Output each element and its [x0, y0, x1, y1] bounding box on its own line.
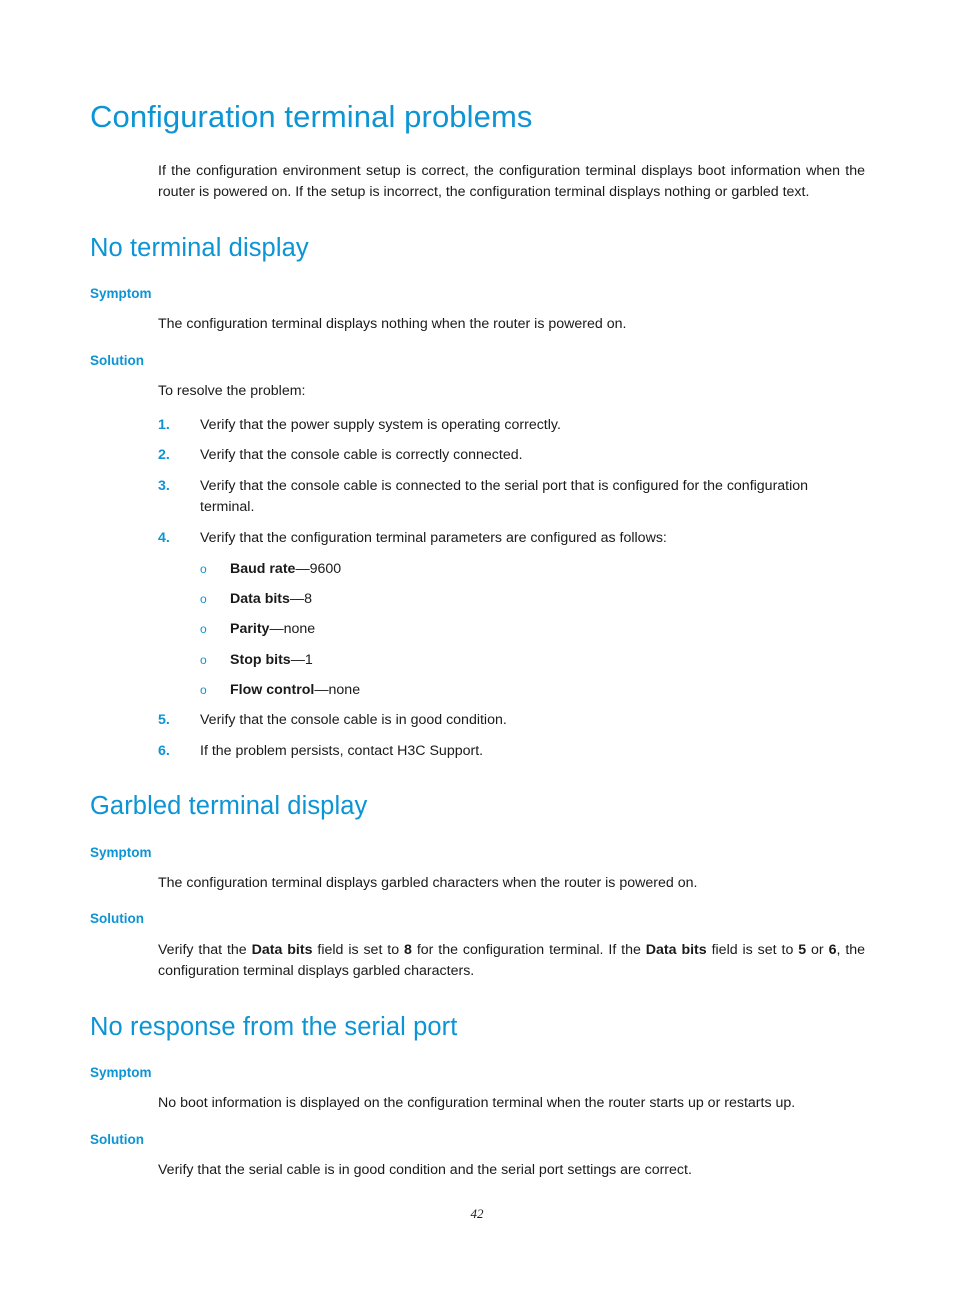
circle-bullet-icon: o	[200, 591, 207, 606]
list-item: o Data bits—8	[200, 589, 865, 610]
parameter-value: 1	[304, 651, 313, 668]
solution-steps-list: 1. Verify that the power supply system i…	[90, 415, 865, 763]
solution-bold-value-5: 5	[798, 941, 807, 958]
parameter-dash: —	[289, 590, 305, 607]
section-heading-garbled-terminal-display: Garbled terminal display	[90, 792, 368, 821]
list-marker: 5.	[158, 712, 170, 729]
parameter-label: Stop bits	[230, 651, 291, 668]
solution-heading-3: Solution	[90, 1131, 144, 1147]
solution-part: for the configuration terminal. If the	[411, 941, 646, 958]
list-item: 2. Verify that the console cable is corr…	[90, 445, 865, 467]
list-marker: 4.	[158, 530, 170, 547]
parameter-label: Baud rate	[230, 560, 296, 577]
list-item-text: Verify that the configuration terminal p…	[200, 530, 667, 547]
list-marker: 3.	[158, 477, 170, 494]
parameter-dash: —	[314, 681, 329, 698]
solution-bold-data-bits-2: Data bits	[645, 941, 707, 958]
section-heading-no-terminal-display: No terminal display	[90, 233, 309, 262]
circle-bullet-icon: o	[200, 682, 207, 697]
list-item-text: Verify that the console cable is connect…	[200, 477, 809, 516]
solution-text-3: Verify that the serial cable is in good …	[158, 1161, 692, 1178]
parameter-dash: —	[295, 560, 310, 577]
list-item: o Flow control—none	[200, 680, 865, 701]
circle-bullet-icon: o	[200, 622, 207, 637]
solution-part: field is set to	[706, 941, 799, 958]
page-content: Configuration terminal problems If the c…	[90, 0, 865, 1182]
solution-bold-data-bits: Data bits	[251, 941, 313, 958]
symptom-heading-2: Symptom	[90, 844, 152, 860]
page-title: Configuration terminal problems	[90, 99, 533, 134]
solution-text-2: Verify that the Data bits field is set t…	[90, 940, 865, 983]
list-marker: 1.	[158, 416, 170, 433]
solution-bold-value-8: 8	[404, 941, 412, 958]
list-item-text: Verify that the console cable is in good…	[200, 712, 507, 729]
solution-part: Verify that the	[158, 941, 252, 958]
list-item-text: If the problem persists, contact H3C Sup…	[200, 742, 484, 759]
list-item: 6. If the problem persists, contact H3C …	[90, 741, 865, 763]
document-page: Configuration terminal problems If the c…	[0, 0, 954, 1296]
list-item: 5. Verify that the console cable is in g…	[90, 710, 865, 732]
list-item: 3. Verify that the console cable is conn…	[90, 476, 865, 519]
list-item: o Baud rate—9600	[200, 559, 865, 580]
parameter-value: 8	[304, 590, 312, 607]
parameter-label: Data bits	[230, 590, 290, 607]
intro-paragraph: If the configuration environment setup i…	[158, 162, 865, 201]
terminal-parameters-list: o Baud rate—9600 o Data bits—8 o Parity—…	[200, 559, 865, 701]
parameter-dash: —	[269, 621, 284, 638]
parameter-value: none	[328, 681, 361, 698]
symptom-heading-3: Symptom	[90, 1064, 152, 1080]
parameter-label: Flow control	[230, 681, 315, 698]
symptom-heading-1: Symptom	[90, 286, 152, 302]
list-item: o Stop bits—1	[200, 650, 865, 671]
section-heading-no-response-serial-port: No response from the serial port	[90, 1012, 458, 1041]
solution-heading-1: Solution	[90, 352, 144, 368]
list-marker: 2.	[158, 447, 170, 464]
symptom-text-2: The configuration terminal displays garb…	[158, 874, 698, 891]
parameter-label: Parity	[230, 621, 270, 638]
parameter-dash: —	[290, 651, 305, 668]
list-item: o Parity—none	[200, 619, 865, 640]
parameter-value: none	[283, 621, 316, 638]
circle-bullet-icon: o	[200, 652, 207, 667]
solution-part: field is set to	[312, 941, 405, 958]
solution-intro-1: To resolve the problem:	[158, 383, 306, 400]
list-item-text: Verify that the power supply system is o…	[200, 416, 561, 433]
symptom-text-3: No boot information is displayed on the …	[158, 1095, 796, 1112]
symptom-text-1: The configuration terminal displays noth…	[158, 316, 627, 333]
list-item: 4. Verify that the configuration termina…	[90, 528, 865, 701]
list-item-text: Verify that the console cable is correct…	[200, 447, 523, 464]
circle-bullet-icon: o	[200, 561, 207, 576]
list-marker: 6.	[158, 742, 170, 759]
list-item: 1. Verify that the power supply system i…	[90, 415, 865, 437]
parameter-value: 9600	[309, 560, 342, 577]
page-number: 42	[470, 1206, 484, 1221]
solution-part: or	[806, 941, 829, 958]
solution-heading-2: Solution	[90, 911, 144, 927]
